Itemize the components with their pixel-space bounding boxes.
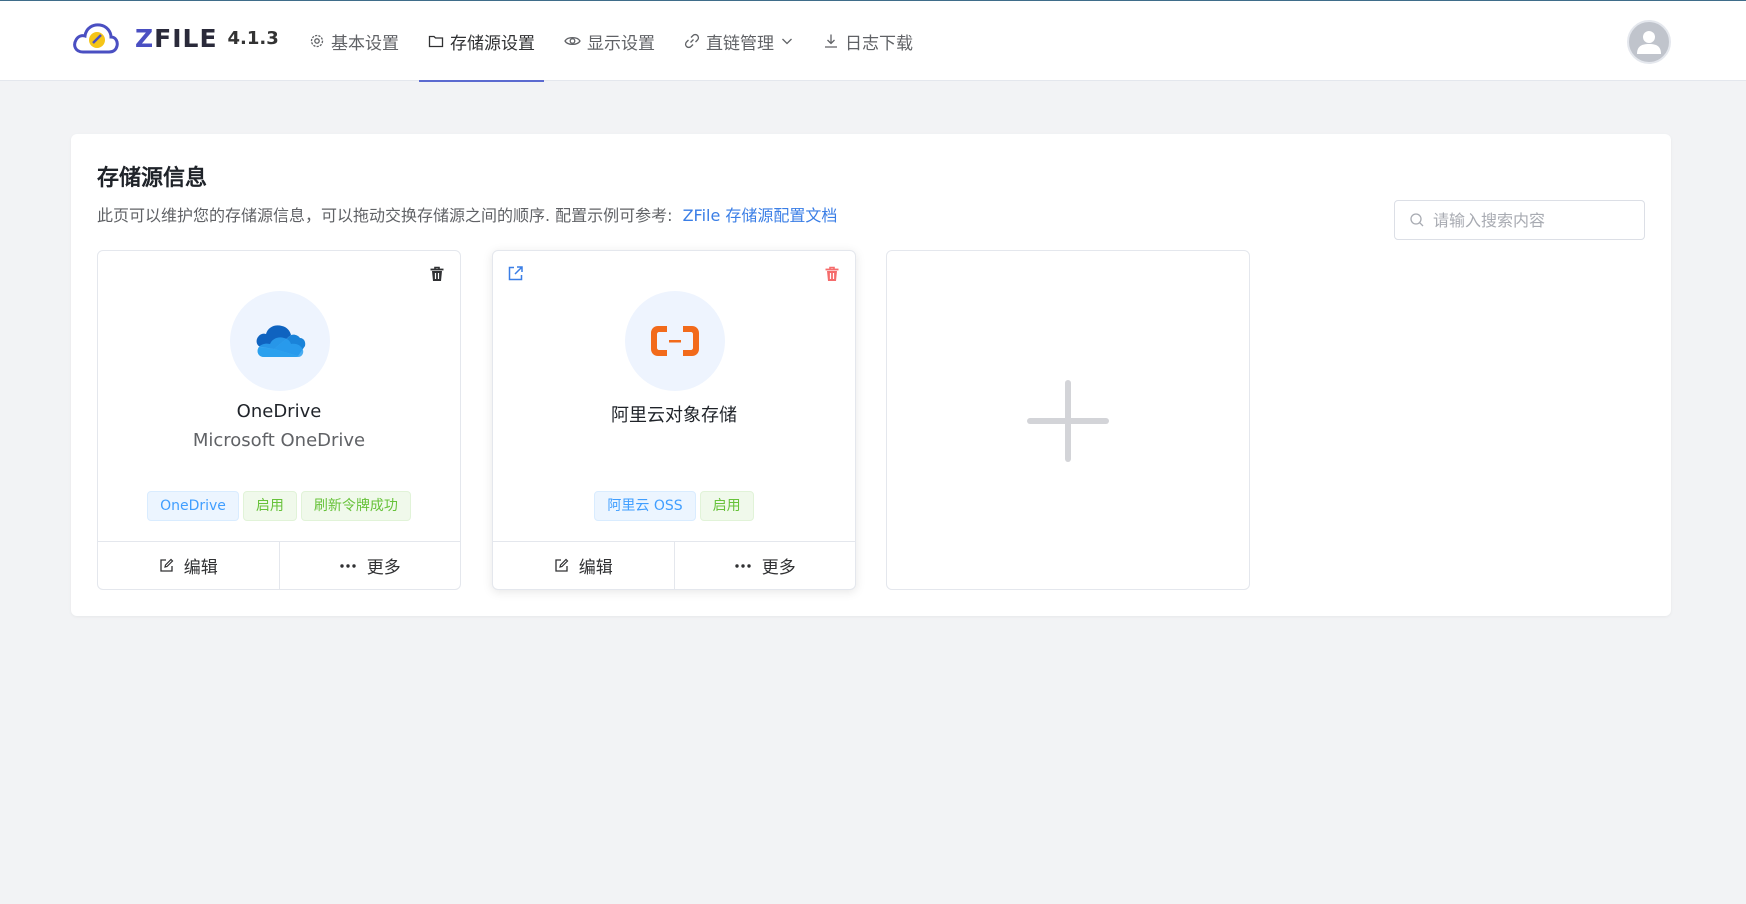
storage-name: OneDrive — [236, 401, 322, 422]
user-avatar-icon — [1637, 31, 1661, 54]
page-title: 存储源信息 — [97, 166, 208, 191]
storage-icon-circle — [230, 291, 330, 391]
edit-button[interactable]: 编辑 — [98, 542, 279, 589]
description-text: 此页可以维护您的存储源信息，可以拖动交换存储源之间的顺序. 配置示例可参考: — [97, 206, 673, 225]
main-nav: 基本设置 存储源设置 显示设置 直链管理 日志下载 — [300, 1, 933, 82]
storage-tags: 阿里云 OSS 启用 — [493, 491, 855, 521]
edit-label: 编辑 — [183, 558, 218, 578]
add-storage-card[interactable] — [886, 250, 1250, 590]
more-label: 更多 — [761, 558, 796, 578]
storage-panel: 存储源信息 此页可以维护您的存储源信息，可以拖动交换存储源之间的顺序. 配置示例… — [71, 134, 1671, 616]
cloud-logo-icon — [73, 23, 119, 54]
download-icon — [825, 34, 837, 48]
delete-button[interactable] — [823, 265, 841, 287]
app-logo[interactable]: ZFILE 4.1.3 — [71, 21, 279, 55]
user-avatar[interactable] — [1627, 20, 1671, 64]
storage-icon-circle — [625, 291, 725, 391]
nav-label: 存储源设置 — [450, 33, 535, 54]
card-actions: 编辑 更多 — [493, 541, 855, 589]
app-version: 4.1.3 — [227, 27, 279, 49]
edit-label: 编辑 — [578, 558, 613, 578]
nav-display-settings[interactable]: 显示设置 — [555, 1, 664, 81]
edit-icon — [555, 558, 569, 572]
token-status-badge: 刷新令牌成功 — [300, 491, 411, 521]
type-tag: OneDrive — [147, 491, 239, 521]
plus-icon — [1027, 380, 1109, 462]
nav-link-management[interactable]: 直链管理 — [675, 1, 803, 81]
storage-card-onedrive[interactable]: OneDrive Microsoft OneDrive OneDrive 启用 … — [97, 250, 461, 590]
nav-label: 直链管理 — [706, 33, 774, 54]
nav-label: 显示设置 — [587, 33, 655, 54]
storage-subtitle: Microsoft OneDrive — [192, 430, 366, 451]
top-header: ZFILE 4.1.3 基本设置 存储源设置 显示设置 直链管理 日志下载 — [0, 1, 1746, 82]
nav-label: 基本设置 — [331, 33, 399, 54]
page-description: 此页可以维护您的存储源信息，可以拖动交换存储源之间的顺序. 配置示例可参考: ZF… — [97, 202, 837, 226]
onedrive-icon — [256, 325, 306, 357]
trash-icon — [825, 266, 839, 281]
eye-icon — [564, 36, 581, 46]
card-actions: 编辑 更多 — [98, 541, 460, 589]
folder-icon — [428, 35, 444, 48]
more-dots-icon — [735, 563, 751, 568]
type-tag: 阿里云 OSS — [594, 491, 696, 521]
external-link-icon — [508, 266, 523, 281]
link-icon — [684, 33, 700, 49]
edit-button[interactable]: 编辑 — [493, 542, 674, 589]
storage-card-aliyun[interactable]: 阿里云对象存储 阿里云 OSS 启用 编辑 更多 — [492, 250, 856, 590]
more-button[interactable]: 更多 — [278, 542, 461, 589]
search-input[interactable] — [1433, 210, 1623, 230]
nav-storage-settings[interactable]: 存储源设置 — [419, 1, 544, 82]
open-link-button[interactable] — [507, 265, 524, 286]
gear-icon — [310, 34, 324, 48]
more-dots-icon — [340, 563, 356, 568]
more-label: 更多 — [366, 558, 401, 578]
app-name: ZFILE — [135, 23, 218, 53]
trash-icon — [430, 266, 444, 281]
chevron-down-icon — [782, 38, 792, 45]
aliyun-icon — [651, 326, 699, 356]
edit-icon — [160, 558, 174, 572]
nav-basic-settings[interactable]: 基本设置 — [300, 1, 408, 81]
more-button[interactable]: 更多 — [673, 542, 856, 589]
status-badge: 启用 — [699, 491, 754, 521]
nav-log-download[interactable]: 日志下载 — [814, 1, 922, 81]
status-badge: 启用 — [242, 491, 297, 521]
delete-button[interactable] — [428, 265, 446, 287]
storage-tags: OneDrive 启用 刷新令牌成功 — [98, 491, 460, 521]
search-icon — [1410, 213, 1424, 227]
nav-label: 日志下载 — [845, 33, 913, 54]
storage-name: 阿里云对象存储 — [611, 405, 737, 426]
doc-link[interactable]: ZFile 存储源配置文档 — [683, 206, 838, 225]
search-box[interactable] — [1394, 200, 1645, 240]
